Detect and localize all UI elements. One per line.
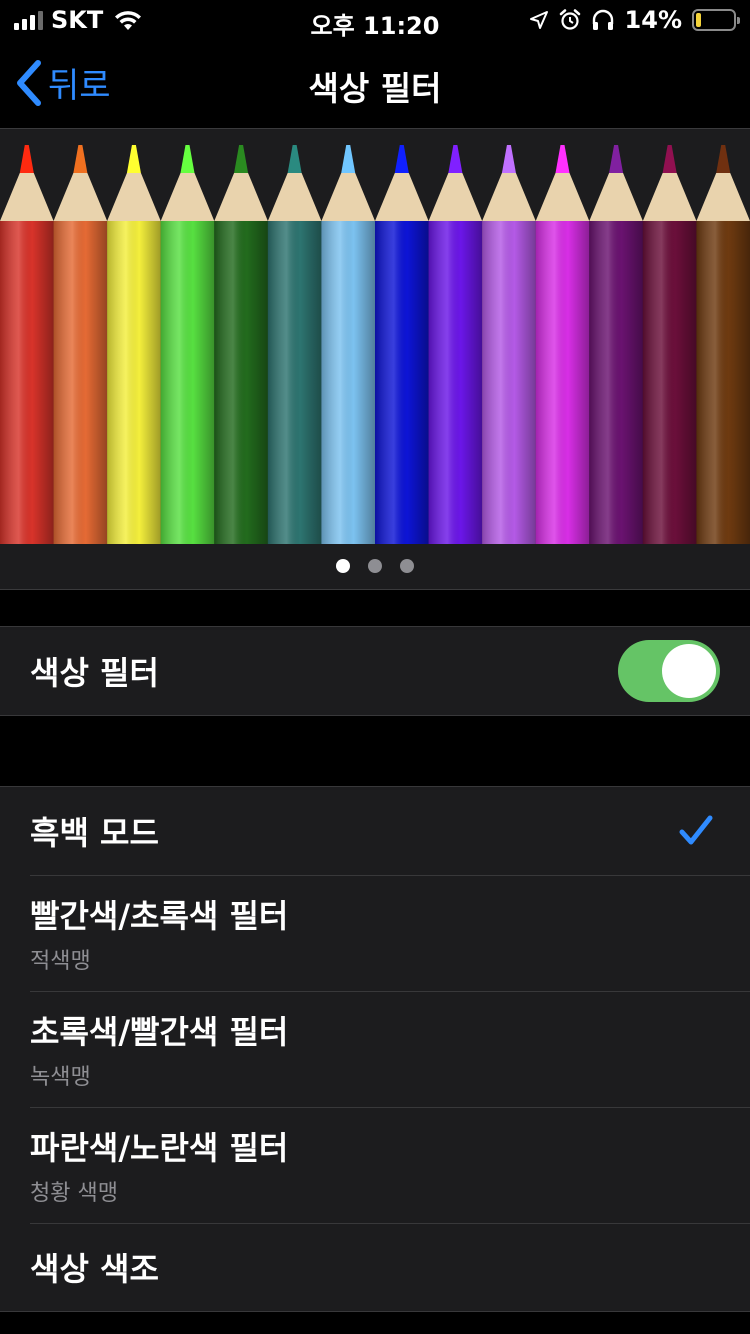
- filter-option-title: 빨간색/초록색 필터: [30, 897, 289, 935]
- status-right: 14%: [529, 6, 740, 34]
- filter-option-grayscale[interactable]: 흑백 모드: [0, 787, 750, 875]
- filter-option-subtitle: 청황 색맹: [30, 1181, 118, 1206]
- battery-percent: 14%: [624, 6, 682, 34]
- filter-option-title: 파란색/노란색 필터: [30, 1129, 289, 1167]
- headphones-icon: [592, 9, 613, 30]
- pencil: [160, 145, 215, 544]
- checkmark-icon: [679, 815, 713, 845]
- pencil: [267, 145, 322, 544]
- filter-option-color-tint[interactable]: 색상 색조: [0, 1223, 750, 1311]
- navigation-bar: 뒤로 색상 필터: [0, 40, 750, 128]
- filter-option-title: 흑백 모드: [30, 814, 159, 852]
- filter-option-title: 색상 색조: [30, 1250, 159, 1288]
- pencil: [53, 145, 108, 544]
- battery-level: [696, 13, 702, 27]
- color-filter-toggle-group: 색상 필터: [0, 626, 750, 716]
- color-filter-toggle-row: 색상 필터: [0, 627, 750, 715]
- page-dot[interactable]: [400, 559, 414, 573]
- pencil: [214, 145, 268, 544]
- pencil: [375, 145, 429, 544]
- pencil: [321, 145, 375, 544]
- pencil: [535, 145, 590, 544]
- page-indicator[interactable]: [0, 559, 750, 573]
- pencil: [107, 145, 161, 544]
- toggle-knob: [662, 644, 716, 698]
- pencil: [642, 145, 697, 544]
- pencil: [696, 145, 750, 544]
- pencil-image: [0, 145, 750, 544]
- filter-option-subtitle: 녹색맹: [30, 1065, 91, 1090]
- filter-options-list: 흑백 모드 빨간색/초록색 필터 적색맹 초록색/빨간색 필터 녹색맹 파란색/…: [0, 786, 750, 1312]
- color-preview-carousel[interactable]: [0, 128, 750, 590]
- pencil: [0, 145, 54, 544]
- status-bar: SKT 오후 11:20 14%: [0, 0, 750, 40]
- pencil: [482, 145, 536, 544]
- page-dot[interactable]: [336, 559, 350, 573]
- pencil: [428, 145, 483, 544]
- filter-option-deuteranopia[interactable]: 초록색/빨간색 필터 녹색맹: [0, 991, 750, 1107]
- filter-option-subtitle: 적색맹: [30, 949, 91, 974]
- pencil: [589, 145, 643, 544]
- page-title: 색상 필터: [308, 69, 442, 108]
- filter-option-protanopia[interactable]: 빨간색/초록색 필터 적색맹: [0, 875, 750, 991]
- filter-option-title: 초록색/빨간색 필터: [30, 1013, 289, 1051]
- alarm-icon: [559, 9, 580, 30]
- filter-option-tritanopia[interactable]: 파란색/노란색 필터 청황 색맹: [0, 1107, 750, 1223]
- location-icon: [529, 11, 548, 29]
- battery-icon: [692, 9, 740, 31]
- page-dot[interactable]: [368, 559, 382, 573]
- color-filter-toggle[interactable]: [618, 640, 720, 702]
